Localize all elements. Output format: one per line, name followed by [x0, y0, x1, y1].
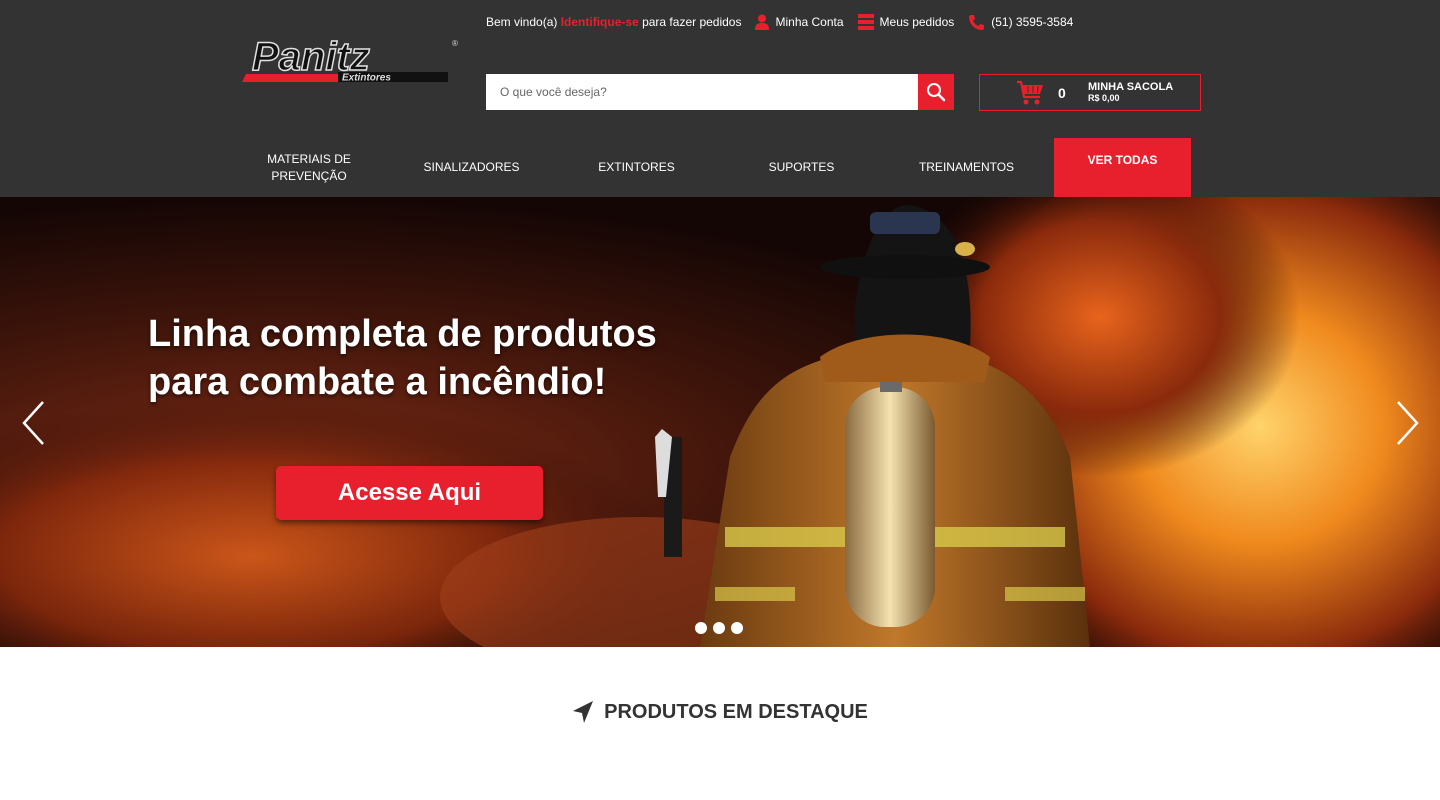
my-orders-link[interactable]: Meus pedidos	[857, 13, 954, 31]
nav-item-suportes[interactable]: SUPORTES	[719, 138, 884, 197]
nav-item-materiais[interactable]: MATERIAIS DE PREVENÇÃO	[229, 138, 389, 197]
site-header: Panitz ® Extintores Bem vindo(a) Identif…	[0, 0, 1440, 197]
featured-products-heading: PRODUTOS EM DESTAQUE	[0, 700, 1440, 724]
nav-item-sinalizadores[interactable]: SINALIZADORES	[389, 138, 554, 197]
top-bar: Bem vindo(a) Identifique-se para fazer p…	[486, 12, 1073, 32]
cart-count: 0	[1058, 84, 1066, 101]
panitz-logo[interactable]: Panitz ® Extintores	[242, 30, 458, 86]
nav-item-treinamentos[interactable]: TREINAMENTOS	[884, 138, 1049, 197]
chevron-left-icon	[22, 401, 44, 445]
logo-subtitle: Extintores	[342, 73, 391, 84]
cart-button[interactable]: 0 MINHA SACOLA R$ 0,00	[979, 74, 1201, 111]
my-account-link[interactable]: Minha Conta	[755, 14, 844, 30]
firefighter-banner-image	[0, 197, 1440, 647]
main-nav: MATERIAIS DE PREVENÇÃO SINALIZADORES EXT…	[229, 138, 1201, 197]
slider-dots	[695, 622, 749, 634]
cart-labels: MINHA SACOLA R$ 0,00	[1088, 80, 1174, 104]
identify-link[interactable]: Identifique-se	[561, 15, 639, 29]
location-arrow-icon	[573, 701, 594, 723]
user-icon	[755, 14, 770, 30]
search-button[interactable]	[918, 74, 954, 110]
slider-dot[interactable]	[731, 622, 743, 634]
phone-link[interactable]: (51) 3595-3584	[968, 14, 1073, 31]
featured-title: PRODUTOS EM DESTAQUE	[604, 700, 868, 723]
nav-item-extintores[interactable]: EXTINTORES	[554, 138, 719, 197]
svg-text:®: ®	[452, 39, 458, 48]
slider-prev-button[interactable]	[21, 400, 47, 446]
hero-banner: Linha completa de produtos para combate …	[0, 197, 1440, 647]
hero-headline: Linha completa de produtos para combate …	[148, 313, 657, 403]
slider-next-button[interactable]	[1394, 400, 1420, 446]
cart-label: MINHA SACOLA	[1088, 80, 1174, 93]
chevron-right-icon	[1397, 401, 1419, 445]
hero-cta-button[interactable]: Acesse Aqui	[276, 466, 543, 520]
slider-dot[interactable]	[695, 622, 707, 634]
cart-total: R$ 0,00	[1088, 92, 1120, 103]
phone-icon	[969, 14, 985, 30]
slider-dot[interactable]	[713, 622, 725, 634]
search-icon	[927, 83, 946, 102]
nav-item-ver-todas[interactable]: VER TODAS	[1054, 138, 1191, 197]
search-bar	[486, 74, 954, 110]
search-input[interactable]	[486, 74, 918, 110]
cart-icon	[1017, 80, 1043, 104]
welcome-text: Bem vindo(a) Identifique-se para fazer p…	[486, 15, 742, 29]
list-icon	[857, 14, 874, 30]
